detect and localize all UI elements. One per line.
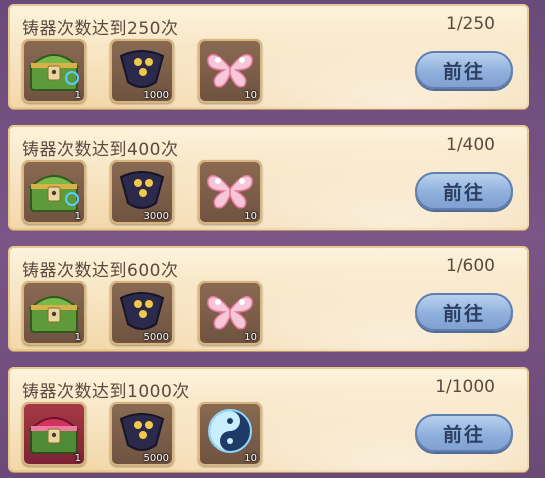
green-chest-icon: [28, 54, 80, 91]
reward-qty: 1: [74, 332, 81, 343]
reward-qty: 10: [244, 332, 257, 343]
pink-butterfly-icon: [207, 295, 253, 330]
dark-stone-icon: [119, 171, 165, 209]
reward-slot[interactable]: 5000: [110, 402, 174, 466]
reward-slot[interactable]: 1: [22, 402, 86, 466]
task-card: 铸器次数达到600次 1/600 1 5000 10 前往: [8, 246, 529, 351]
reward-slot[interactable]: 1000: [110, 39, 174, 103]
pink-butterfly-icon: [207, 174, 253, 209]
reward-slot[interactable]: 1: [22, 39, 86, 103]
reward-slot[interactable]: 5000: [110, 281, 174, 345]
task-progress: 1/400: [446, 135, 495, 155]
task-title: 铸器次数达到250次: [22, 19, 179, 39]
green-chest-icon: [28, 175, 80, 212]
reward-qty: 1: [74, 211, 81, 222]
task-progress: 1/600: [446, 256, 495, 276]
go-button[interactable]: 前往: [415, 293, 513, 331]
red-chest-icon: [28, 417, 80, 454]
reward-qty: 10: [244, 211, 257, 222]
reward-slot[interactable]: 3000: [110, 160, 174, 224]
reward-qty: 5000: [143, 332, 169, 343]
reward-slot[interactable]: 1: [22, 281, 86, 345]
task-card: 铸器次数达到1000次 1/1000 1 5000 10 前往: [8, 367, 529, 472]
reward-qty: 1: [74, 90, 81, 101]
task-progress: 1/250: [446, 14, 495, 34]
task-title: 铸器次数达到1000次: [22, 382, 190, 402]
task-card: 铸器次数达到400次 1/400 1 3000 10 前往: [8, 125, 529, 230]
reward-slot[interactable]: 1: [22, 160, 86, 224]
reward-slot[interactable]: 10: [198, 402, 262, 466]
go-button[interactable]: 前往: [415, 51, 513, 89]
task-list: 铸器次数达到250次 1/250 1 1000 10 前往 铸器次数达到400次…: [0, 0, 545, 478]
reward-slot[interactable]: 10: [198, 160, 262, 224]
dark-stone-icon: [119, 292, 165, 330]
task-card: 铸器次数达到250次 1/250 1 1000 10 前往: [8, 4, 529, 109]
reward-qty: 1: [74, 453, 81, 464]
green-chest-icon: [28, 296, 80, 333]
task-title: 铸器次数达到600次: [22, 261, 179, 281]
reward-qty: 5000: [143, 453, 169, 464]
reward-qty: 3000: [143, 211, 169, 222]
task-progress: 1/1000: [435, 377, 495, 397]
reward-slot[interactable]: 10: [198, 39, 262, 103]
reward-qty: 1000: [143, 90, 169, 101]
task-title: 铸器次数达到400次: [22, 140, 179, 160]
pink-butterfly-icon: [207, 53, 253, 88]
go-button[interactable]: 前往: [415, 414, 513, 452]
reward-slot[interactable]: 10: [198, 281, 262, 345]
reward-qty: 10: [244, 453, 257, 464]
go-button[interactable]: 前往: [415, 172, 513, 210]
reward-qty: 10: [244, 90, 257, 101]
dark-stone-icon: [119, 413, 165, 451]
dark-stone-icon: [119, 50, 165, 88]
blue-swirl-orb-icon: [208, 409, 252, 453]
